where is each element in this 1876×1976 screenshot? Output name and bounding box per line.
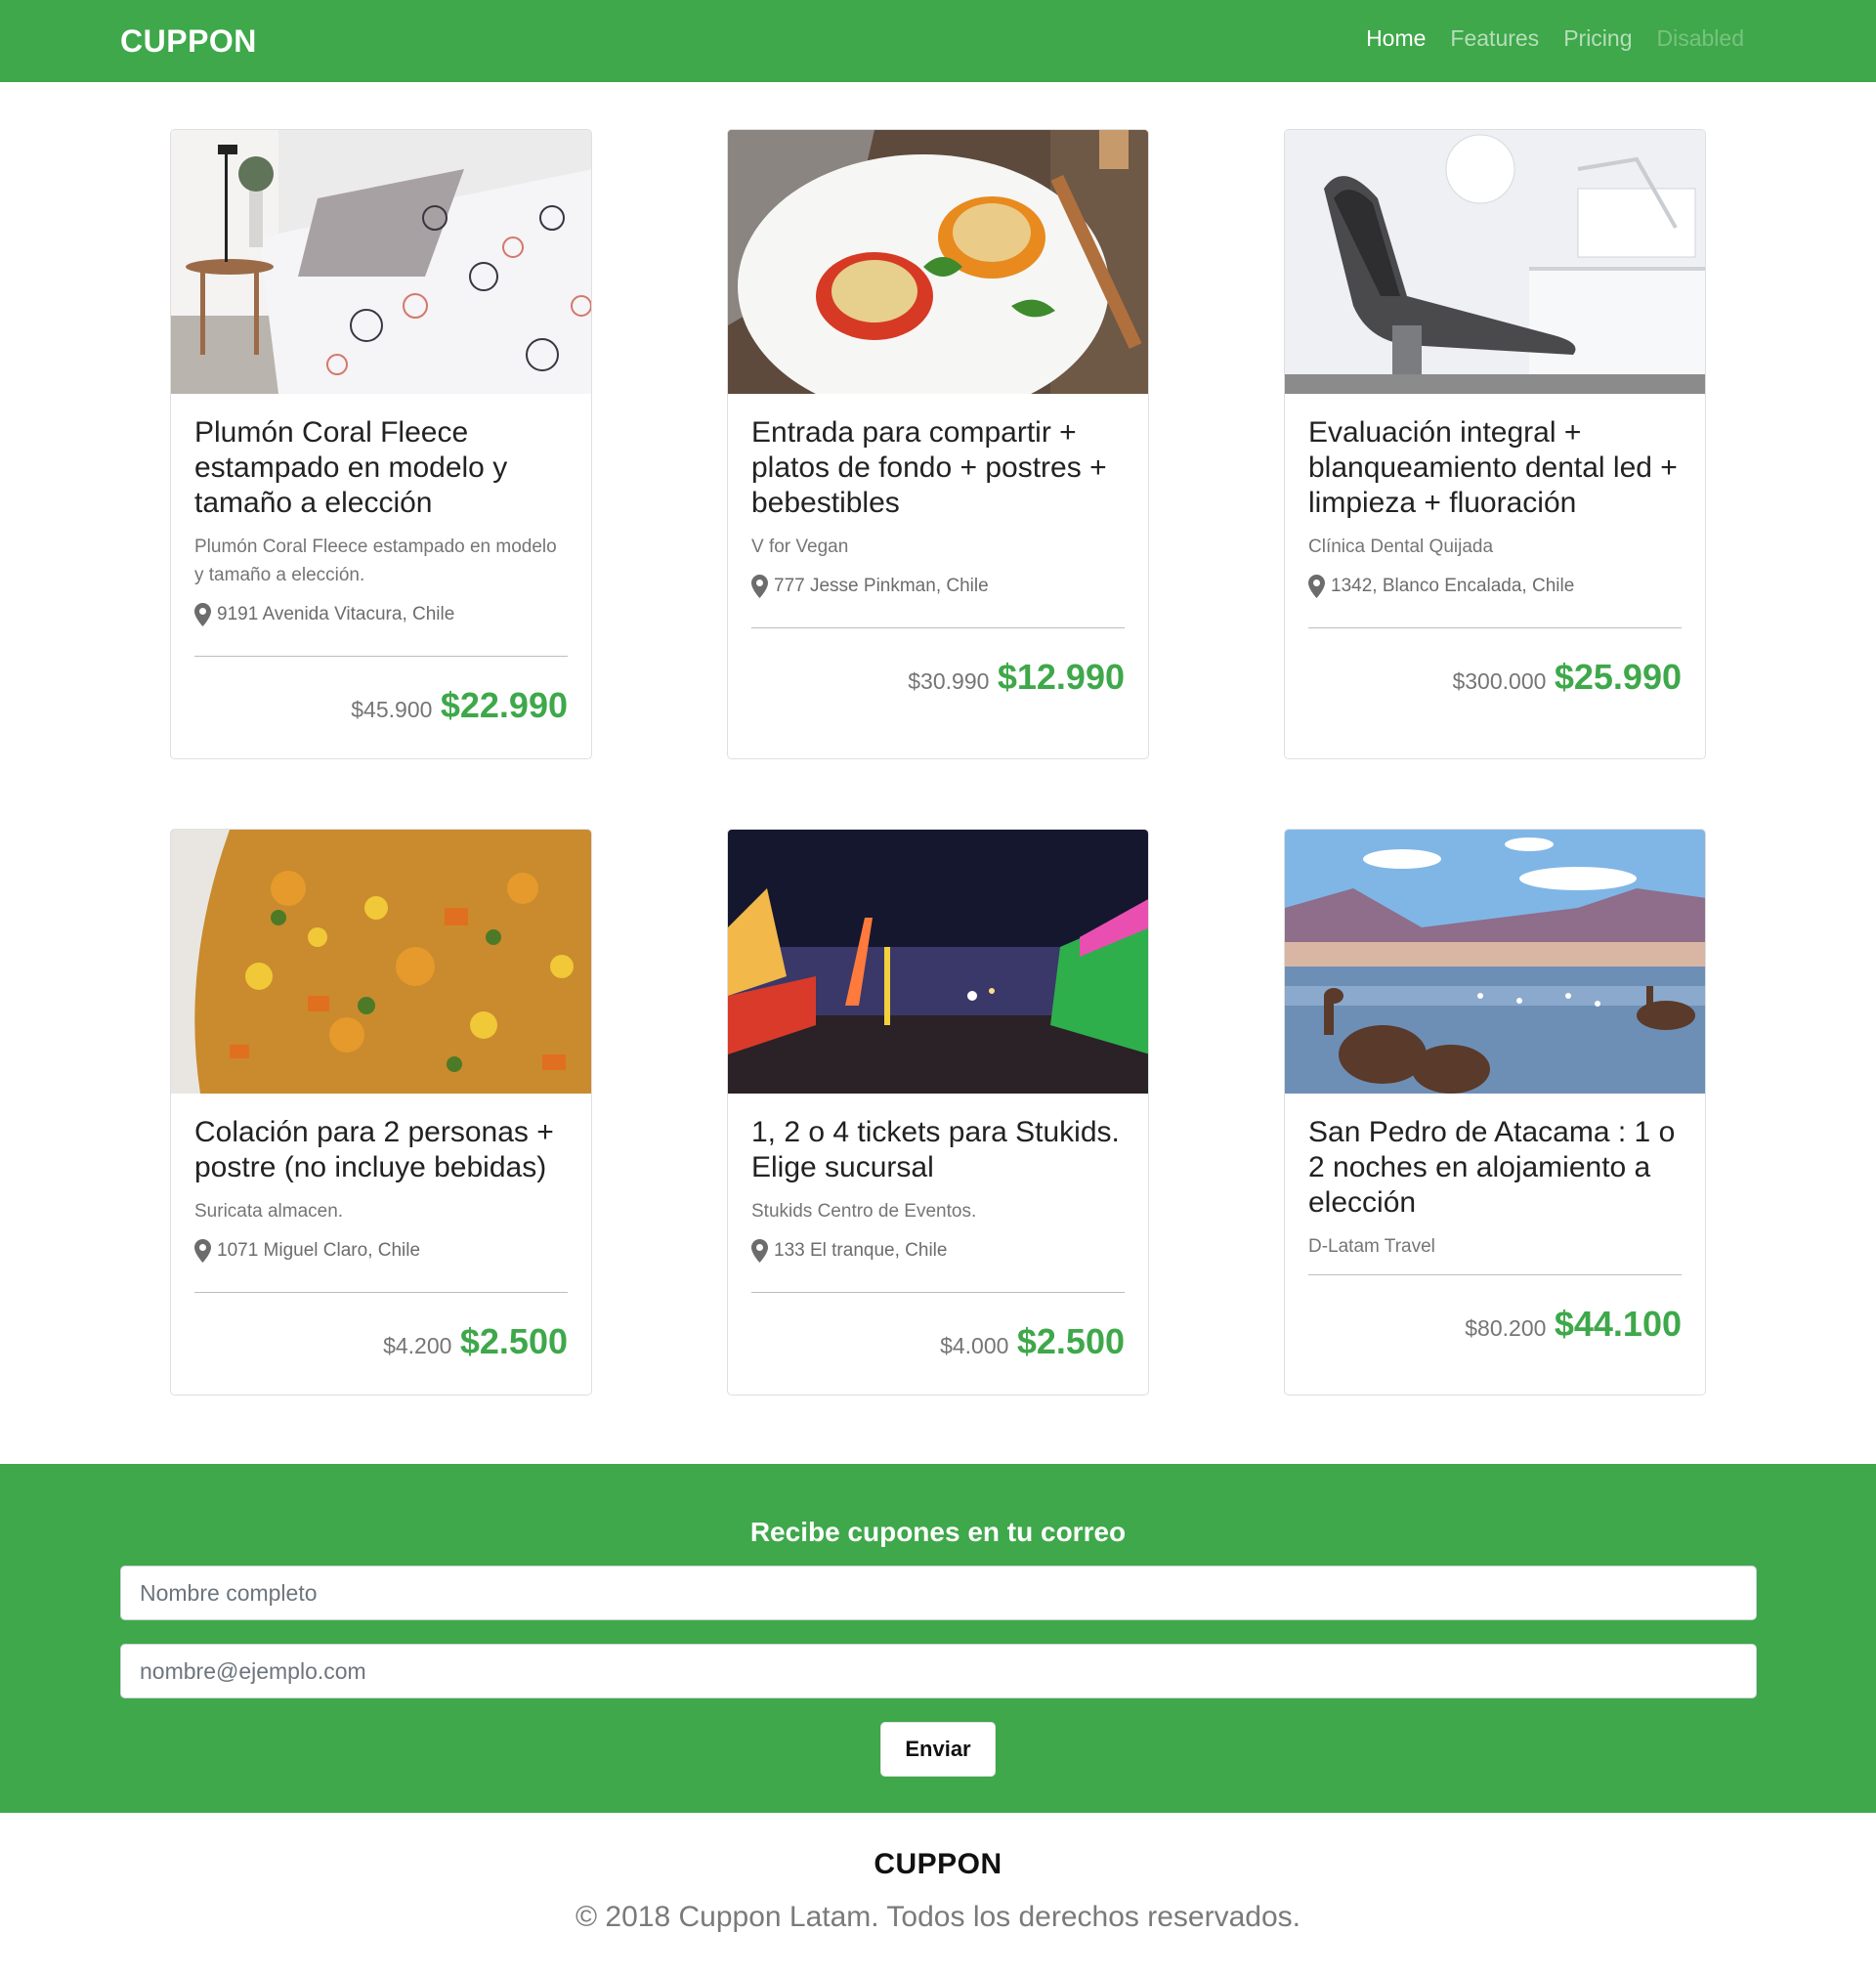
price-discounted: $22.990 — [440, 685, 568, 725]
deal-merchant: D-Latam Travel — [1308, 1236, 1435, 1257]
deal-location: 1071 Miguel Claro, Chile — [194, 1239, 568, 1263]
map-pin-icon — [194, 1239, 211, 1263]
deal-card[interactable]: Entrada para compartir + platos de fondo… — [727, 129, 1149, 759]
deal-card[interactable]: Colación para 2 personas + postre (no in… — [170, 829, 592, 1396]
deal-title[interactable]: 1, 2 o 4 tickets para Stukids. Elige suc… — [751, 1115, 1125, 1185]
footer-brand: CUPPON — [874, 1848, 1002, 1880]
price-original: $30.990 — [908, 668, 990, 694]
deal-image-stuffed-peppers — [728, 130, 1148, 394]
price-row: $4.200 $2.500 — [194, 1322, 568, 1369]
nav-link-pricing[interactable]: Pricing — [1563, 25, 1632, 52]
deal-card[interactable]: 1, 2 o 4 tickets para Stukids. Elige suc… — [727, 829, 1149, 1396]
deal-location-text: 1342, Blanco Encalada, Chile — [1331, 576, 1575, 596]
price-discounted: $2.500 — [1016, 1321, 1125, 1361]
deal-title[interactable]: Plumón Coral Fleece estampado en modelo … — [194, 415, 568, 521]
deal-location-text: 9191 Avenida Vitacura, Chile — [217, 604, 455, 624]
divider — [751, 1292, 1125, 1293]
footer: CUPPON © 2018 Cuppon Latam. Todos los de… — [0, 1813, 1876, 1976]
name-field[interactable] — [120, 1566, 1757, 1620]
deal-location: 777 Jesse Pinkman, Chile — [751, 575, 1125, 598]
divider — [751, 627, 1125, 628]
deal-title[interactable]: Entrada para compartir + platos de fondo… — [751, 415, 1125, 521]
price-original: $80.200 — [1465, 1315, 1547, 1341]
card-body: San Pedro de Atacama : 1 o 2 noches en a… — [1285, 1094, 1705, 1375]
deal-merchant: Plumón Coral Fleece estampado en modelo … — [194, 537, 557, 585]
price-discounted: $12.990 — [997, 657, 1125, 697]
nav-links: Home Features Pricing Disabled — [1366, 25, 1744, 52]
price-row: $30.990 $12.990 — [751, 658, 1125, 705]
deal-merchant: Clínica Dental Quijada — [1308, 537, 1494, 557]
map-pin-icon — [1308, 575, 1325, 598]
newsletter-title: Recibe cupones en tu correo — [749, 1517, 1127, 1547]
divider — [194, 1292, 568, 1293]
deal-location-text: 133 El tranque, Chile — [774, 1240, 948, 1261]
deals-grid: Plumón Coral Fleece estampado en modelo … — [0, 82, 1876, 1464]
price-row: $300.000 $25.990 — [1308, 658, 1682, 705]
map-pin-icon — [751, 575, 768, 598]
map-pin-icon — [751, 1239, 768, 1263]
deal-merchant: Stukids Centro de Eventos. — [751, 1201, 977, 1222]
deal-location-text: 1071 Miguel Claro, Chile — [217, 1240, 421, 1261]
card-body: Entrada para compartir + platos de fondo… — [728, 394, 1148, 728]
submit-button[interactable]: Enviar — [880, 1722, 996, 1777]
nav-link-disabled: Disabled — [1656, 25, 1745, 51]
price-original: $45.900 — [351, 697, 433, 722]
price-original: $4.200 — [383, 1333, 452, 1358]
price-discounted: $25.990 — [1554, 657, 1682, 697]
navbar: CUPPON Home Features Pricing Disabled — [0, 0, 1876, 82]
deal-title[interactable]: Colación para 2 personas + postre (no in… — [194, 1115, 568, 1185]
price-original: $4.000 — [940, 1333, 1009, 1358]
newsletter-section: Recibe cupones en tu correo Enviar — [0, 1464, 1876, 1813]
card-body: Colación para 2 personas + postre (no in… — [171, 1094, 591, 1393]
divider — [194, 656, 568, 657]
deal-title[interactable]: San Pedro de Atacama : 1 o 2 noches en a… — [1308, 1115, 1682, 1221]
card-body: Evaluación integral + blanqueamiento den… — [1285, 394, 1705, 728]
card-body: Plumón Coral Fleece estampado en modelo … — [171, 394, 591, 756]
deal-image-vegetable-dish — [171, 830, 591, 1094]
nav-link-features[interactable]: Features — [1450, 25, 1539, 52]
price-discounted: $2.500 — [459, 1321, 568, 1361]
nav-link-home[interactable]: Home — [1366, 25, 1426, 52]
deal-card[interactable]: San Pedro de Atacama : 1 o 2 noches en a… — [1284, 829, 1706, 1396]
deal-merchant: Suricata almacen. — [194, 1201, 344, 1222]
price-row: $80.200 $44.100 — [1308, 1305, 1682, 1352]
deal-image-comforter — [171, 130, 591, 394]
map-pin-icon — [194, 603, 211, 626]
deal-image-night-fair — [728, 830, 1148, 1094]
card-body: 1, 2 o 4 tickets para Stukids. Elige suc… — [728, 1094, 1148, 1393]
deal-image-dental-chair — [1285, 130, 1705, 394]
price-discounted: $44.100 — [1554, 1304, 1682, 1344]
brand-logo[interactable]: CUPPON — [120, 23, 257, 60]
deal-card[interactable]: Evaluación integral + blanqueamiento den… — [1284, 129, 1706, 759]
deal-title[interactable]: Evaluación integral + blanqueamiento den… — [1308, 415, 1682, 521]
deal-location-text: 777 Jesse Pinkman, Chile — [774, 576, 989, 596]
deal-image-atacama-lagoon — [1285, 830, 1705, 1094]
email-field[interactable] — [120, 1644, 1757, 1698]
price-original: $300.000 — [1452, 668, 1547, 694]
divider — [1308, 627, 1682, 628]
deal-location: 9191 Avenida Vitacura, Chile — [194, 603, 568, 626]
deal-merchant: V for Vegan — [751, 537, 849, 557]
price-row: $4.000 $2.500 — [751, 1322, 1125, 1369]
deal-card[interactable]: Plumón Coral Fleece estampado en modelo … — [170, 129, 592, 759]
price-row: $45.900 $22.990 — [194, 686, 568, 733]
deal-location: 133 El tranque, Chile — [751, 1239, 1125, 1263]
deal-location: 1342, Blanco Encalada, Chile — [1308, 575, 1682, 598]
footer-copyright: © 2018 Cuppon Latam. Todos los derechos … — [575, 1901, 1300, 1933]
divider — [1308, 1274, 1682, 1275]
